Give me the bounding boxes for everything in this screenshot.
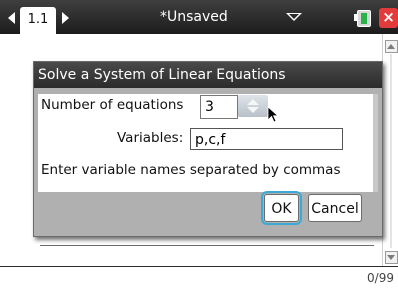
entry-line[interactable]: 0/99 — [0, 266, 398, 290]
battery-fill — [361, 13, 367, 24]
scroll-up-icon[interactable] — [385, 40, 398, 53]
left-arrow-icon[interactable] — [8, 12, 15, 24]
dialog-header: Solve a System of Linear Equations — [34, 62, 382, 88]
document-title[interactable]: *Unsaved — [160, 9, 228, 25]
mouse-pointer-icon — [267, 106, 280, 123]
tab-1-1[interactable]: 1.1 — [20, 7, 56, 34]
stepper-arrows-icon — [247, 99, 259, 113]
chevron-down-icon[interactable] — [286, 13, 302, 21]
scroll-down-icon[interactable] — [385, 251, 398, 264]
cancel-button[interactable]: Cancel — [308, 194, 362, 222]
page-scrollbar[interactable] — [382, 34, 398, 266]
num-equations-label: Number of equations — [41, 97, 184, 113]
scroll-track[interactable] — [390, 54, 392, 248]
hint-text: Enter variable names separated by commas — [41, 162, 341, 178]
dialog-body-scrollbar[interactable] — [373, 94, 378, 192]
variables-input[interactable]: p,c,f — [190, 128, 343, 150]
right-arrow-icon[interactable] — [62, 12, 69, 24]
top-bar: 1.1 *Unsaved × — [0, 0, 398, 34]
char-count: 0/99 — [367, 271, 394, 285]
divider — [40, 245, 374, 246]
close-icon[interactable]: × — [379, 8, 398, 28]
battery-icon — [354, 10, 371, 27]
variables-label: Variables: — [117, 130, 184, 146]
num-equations-field[interactable]: 3 — [200, 95, 238, 119]
num-equations-stepper[interactable] — [238, 95, 268, 117]
ok-button[interactable]: OK — [261, 191, 302, 225]
dialog-title: Solve a System of Linear Equations — [38, 67, 286, 83]
